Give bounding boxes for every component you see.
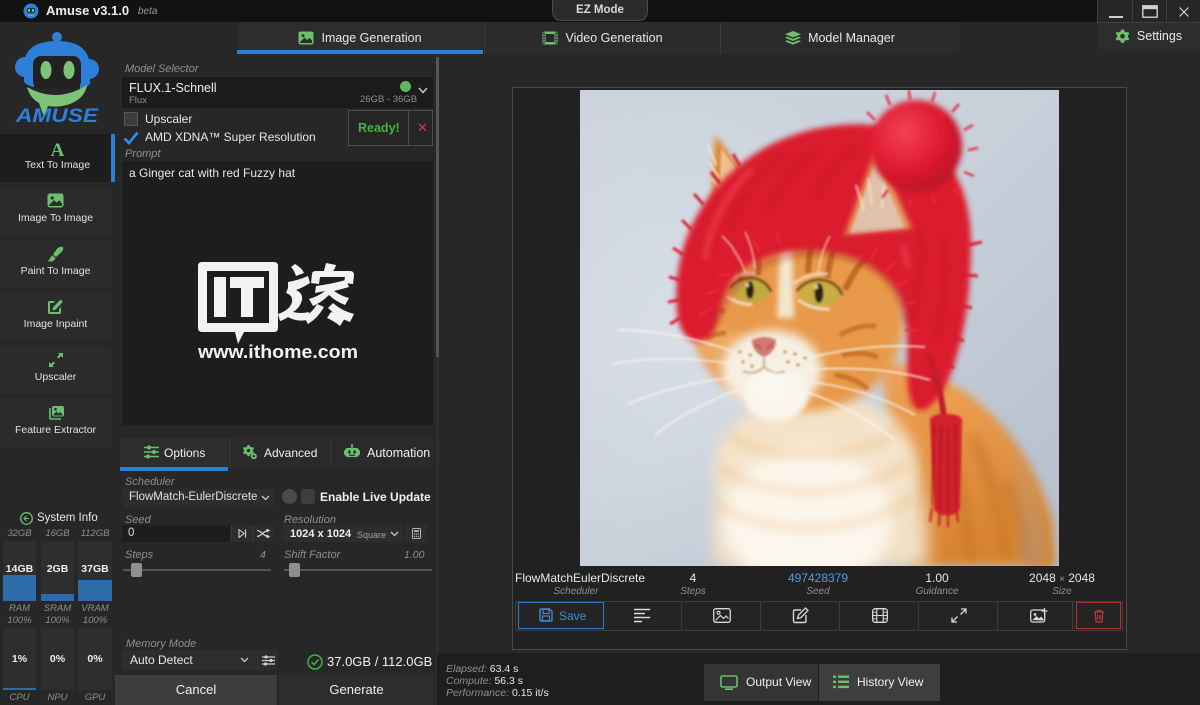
svg-text:AMUSE: AMUSE xyxy=(15,106,100,126)
svg-text:www.ithome.com: www.ithome.com xyxy=(198,342,358,362)
